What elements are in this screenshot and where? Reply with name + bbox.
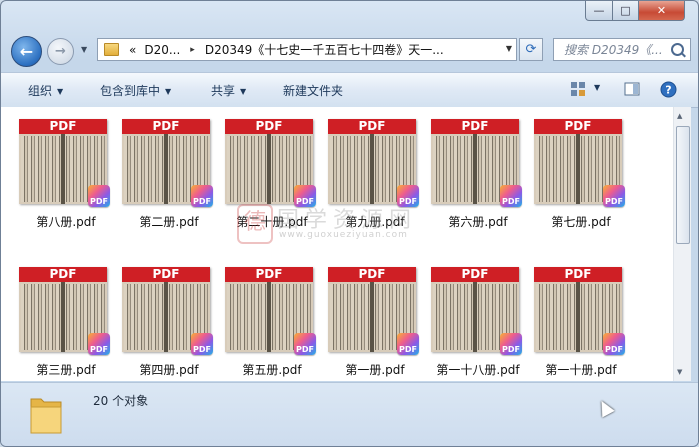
file-name: 第九册.pdf [345, 215, 405, 229]
book-spine [576, 134, 580, 204]
book-spine [473, 282, 477, 352]
pdf-label: PDF [431, 267, 519, 282]
pdf-app-icon: PDF [294, 333, 316, 355]
folder-icon [29, 393, 63, 434]
new-folder-button[interactable]: 新建文件夹 [283, 82, 343, 99]
pdf-label: PDF [225, 267, 313, 282]
pdf-app-icon: PDF [191, 185, 213, 207]
forward-button[interactable]: → [47, 38, 74, 65]
preview-pane-icon[interactable] [624, 81, 640, 97]
file-name: 第三册.pdf [36, 363, 96, 377]
file-name: 第七册.pdf [551, 215, 611, 229]
chevron-down-icon: ▼ [240, 87, 247, 96]
command-bar: 组织 ▼ 包含到库中 ▼ 共享 ▼ 新建文件夹 ▼ ? [1, 72, 698, 108]
share-button[interactable]: 共享 ▼ [211, 82, 246, 99]
file-name: 第五册.pdf [242, 363, 302, 377]
close-button[interactable]: ✕ [638, 1, 685, 21]
book-spine [267, 134, 271, 204]
explorer-window: — □ ✕ ← → ▼ « D20... ▸ D20349《十七史一千五百七十四… [0, 0, 699, 447]
pdf-label: PDF [122, 119, 210, 134]
book-spine [370, 282, 374, 352]
folder-icon [104, 43, 119, 56]
organize-button[interactable]: 组织 ▼ [28, 82, 63, 99]
file-name: 第四册.pdf [139, 363, 199, 377]
scroll-down-icon[interactable]: ▼ [677, 368, 682, 376]
pdf-label: PDF [328, 267, 416, 282]
pdf-app-icon: PDF [294, 185, 316, 207]
breadcrumb-overflow[interactable]: « [129, 43, 136, 57]
breadcrumb-current[interactable]: D20349《十七史一千五百七十四卷》天一... [205, 41, 444, 58]
file-name: 第二十册.pdf [236, 215, 308, 229]
chevron-down-icon: ▼ [165, 87, 172, 96]
book-spine [164, 134, 168, 204]
pdf-label: PDF [534, 267, 622, 282]
navigation-bar: ← → ▼ « D20... ▸ D20349《十七史一千五百七十四卷》天一..… [1, 31, 698, 71]
pdf-app-icon: PDF [88, 185, 110, 207]
refresh-button[interactable]: ⟳ [519, 38, 543, 61]
book-spine [576, 282, 580, 352]
search-icon[interactable] [671, 43, 684, 56]
breadcrumb-root[interactable]: D20... [144, 43, 180, 57]
book-spine [61, 134, 65, 204]
pdf-label: PDF [225, 119, 313, 134]
minimize-button[interactable]: — [585, 1, 613, 21]
details-pane: 20 个对象 [1, 382, 698, 446]
help-icon[interactable]: ? [660, 81, 677, 98]
pdf-label: PDF [534, 119, 622, 134]
book-spine [164, 282, 168, 352]
book-spine [267, 282, 271, 352]
breadcrumb-separator-icon[interactable]: ▸ [190, 45, 195, 55]
pdf-app-icon: PDF [603, 333, 625, 355]
refresh-icon: ⟳ [525, 42, 537, 57]
item-count: 20 个对象 [93, 394, 149, 408]
file-name: 第二册.pdf [139, 215, 199, 229]
pdf-app-icon: PDF [397, 333, 419, 355]
pdf-label: PDF [19, 267, 107, 282]
address-bar[interactable]: « D20... ▸ D20349《十七史一千五百七十四卷》天一... ▼ [97, 38, 517, 61]
view-dropdown-icon[interactable]: ▼ [594, 83, 600, 92]
view-options-icon[interactable] [570, 81, 586, 97]
file-name: 第六册.pdf [448, 215, 508, 229]
book-spine [61, 282, 65, 352]
book-spine [370, 134, 374, 204]
maximize-button[interactable]: □ [612, 1, 639, 21]
file-name: 第一十八册.pdf [436, 363, 520, 377]
pdf-label: PDF [431, 119, 519, 134]
address-dropdown-icon[interactable]: ▼ [506, 44, 512, 53]
pdf-app-icon: PDF [191, 333, 213, 355]
back-button[interactable]: ← [11, 36, 42, 67]
pdf-app-icon: PDF [397, 185, 419, 207]
arrow-right-icon: → [55, 44, 66, 59]
include-in-library-label: 包含到库中 [100, 84, 161, 98]
file-name: 第八册.pdf [36, 215, 96, 229]
file-name: 第一十册.pdf [545, 363, 617, 377]
pdf-app-icon: PDF [500, 185, 522, 207]
share-label: 共享 [211, 84, 236, 98]
svg-text:?: ? [665, 84, 671, 97]
chevron-down-icon: ▼ [57, 87, 64, 96]
pdf-app-icon: PDF [603, 185, 625, 207]
search-input[interactable] [562, 41, 676, 58]
pdf-label: PDF [19, 119, 107, 134]
pdf-label: PDF [122, 267, 210, 282]
pdf-label: PDF [328, 119, 416, 134]
book-spine [473, 134, 477, 204]
organize-label: 组织 [28, 84, 53, 98]
file-name: 第一册.pdf [345, 363, 405, 377]
pdf-app-icon: PDF [88, 333, 110, 355]
vertical-scrollbar[interactable]: ▲ ▼ [673, 107, 691, 381]
scroll-up-icon[interactable]: ▲ [677, 112, 682, 120]
pdf-app-icon: PDF [500, 333, 522, 355]
scrollbar-thumb[interactable] [676, 126, 690, 244]
file-list[interactable]: PDF PDF 第八册.pdf PDF PDF 第二册.pdf PDF PDF 第二十册.pdf… [1, 107, 673, 381]
recent-pages-dropdown[interactable]: ▼ [81, 45, 91, 55]
search-box[interactable] [553, 38, 691, 61]
arrow-left-icon: ← [19, 42, 34, 61]
include-in-library-button[interactable]: 包含到库中 ▼ [100, 82, 171, 99]
